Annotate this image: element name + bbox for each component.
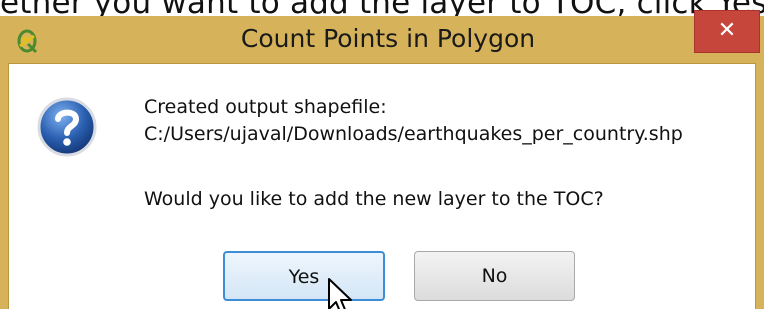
message-text: Created output shapefile: C:/Users/ujava… — [144, 94, 683, 148]
message-line-created: Created output shapefile: — [144, 96, 387, 118]
yes-button[interactable]: Yes — [223, 251, 385, 301]
question-icon — [37, 97, 97, 157]
close-button[interactable]: ✕ — [694, 10, 760, 53]
no-button[interactable]: No — [414, 251, 575, 301]
dialog-body: Created output shapefile: C:/Users/ujava… — [8, 63, 756, 309]
close-icon: ✕ — [717, 18, 737, 43]
message-line-path: C:/Users/ujaval/Downloads/earthquakes_pe… — [144, 123, 683, 145]
question-text: Would you like to add the new layer to t… — [144, 188, 604, 210]
arrow-cursor-icon — [327, 277, 357, 309]
dialog-title: Count Points in Polygon — [240, 24, 536, 53]
screenshot: ether you want to add the layer to TOC, … — [0, 0, 764, 309]
dialog-window: Count Points in Polygon ✕ Created output… — [0, 10, 764, 309]
title-bar[interactable]: Count Points in Polygon ✕ — [0, 10, 764, 63]
